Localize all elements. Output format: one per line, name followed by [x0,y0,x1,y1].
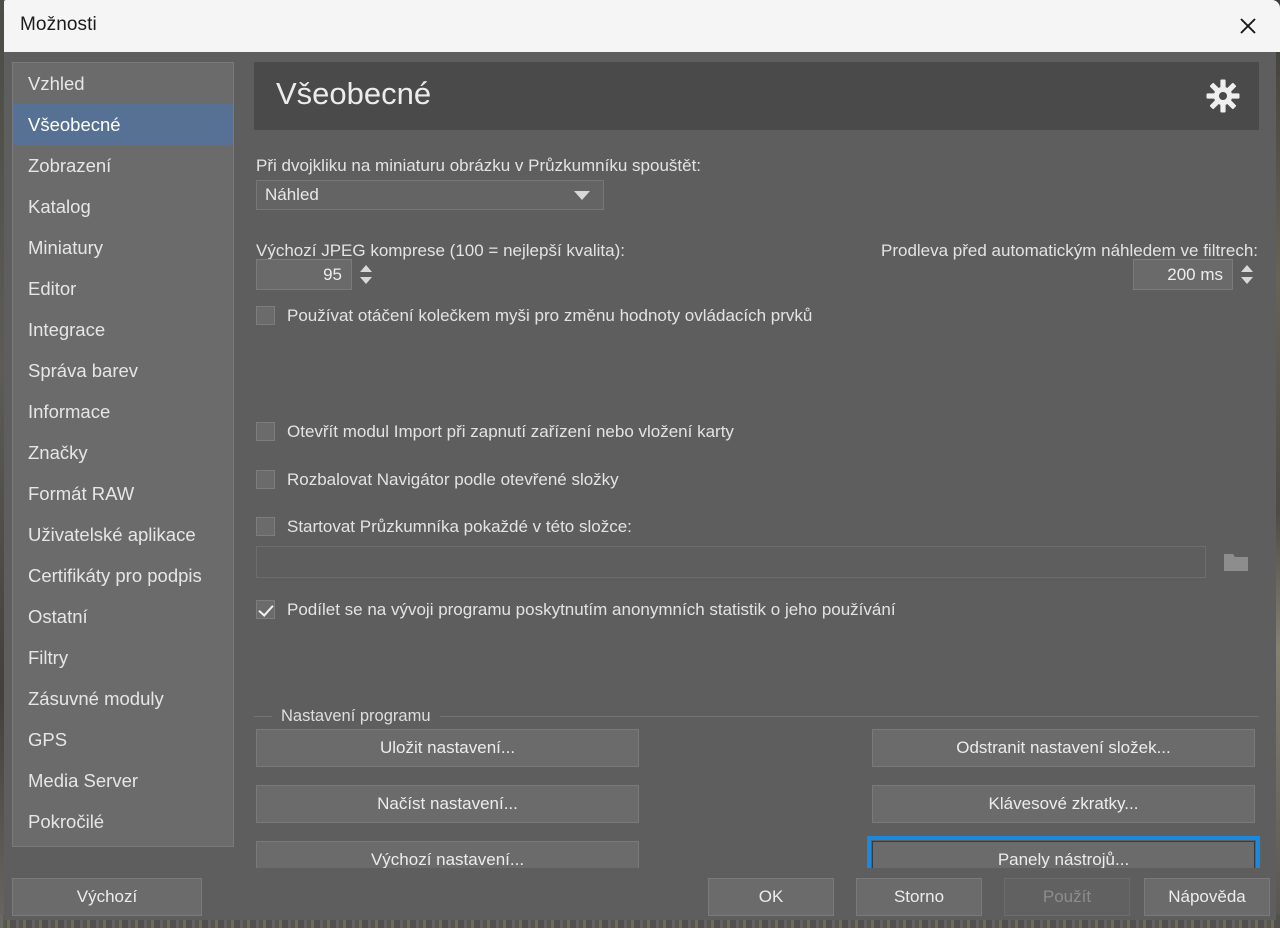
sidebar-item-label: Miniatury [28,236,104,258]
close-icon [1240,18,1256,34]
sidebar-item-label: Zásuvné moduly [28,687,164,709]
options-dialog: Možnosti Vzhled Všeobecné Zobrazení Kata… [0,0,1280,920]
doubleclick-label: Při dvojkliku na miniaturu obrázku v Prů… [256,156,702,175]
cancel-button[interactable]: Storno [856,878,982,916]
settings-content-panel: Všeobecné Při dvojkliku na miniaturu obr… [244,62,1268,884]
checkbox-label: Podílet se na vývoji programu poskytnutí… [287,600,896,619]
sidebar-item-zasuvne-moduly[interactable]: Zásuvné moduly [13,678,233,719]
checkbox-expand-navigator[interactable]: Rozbalovat Navigátor podle otevřené slož… [256,470,619,489]
checkbox-label: Používat otáčení kolečkem myši pro změnu… [287,306,813,325]
spinner-down-icon[interactable] [1241,277,1253,284]
preview-delay-spinner[interactable]: 200 ms [1133,259,1258,290]
ok-button[interactable]: OK [708,878,834,916]
help-button[interactable]: Nápověda [1144,878,1270,916]
title-bar: Možnosti [4,0,1280,52]
sidebar-item-format-raw[interactable]: Formát RAW [13,473,233,514]
spinner-down-icon[interactable] [360,277,372,284]
restore-defaults-button[interactable]: Výchozí [12,878,202,916]
preview-delay-spinner-buttons[interactable] [1236,259,1258,290]
sidebar-item-integrace[interactable]: Integrace [13,309,233,350]
sidebar-item-pokrocile[interactable]: Pokročilé [13,801,233,842]
settings-gear-button[interactable] [1203,76,1243,116]
sidebar-item-katalog[interactable]: Katalog [13,186,233,227]
checkbox-box[interactable] [256,517,275,536]
dialog-body: Vzhled Všeobecné Zobrazení Katalog Minia… [4,52,1276,884]
checkbox-open-import-module[interactable]: Otevřít modul Import při zapnutí zařízen… [256,422,734,441]
sidebar-item-miniatury[interactable]: Miniatury [13,227,233,268]
sidebar-item-label: Editor [28,277,77,299]
sidebar-item-ostatni[interactable]: Ostatní [13,596,233,637]
sidebar-item-label: Uživatelské aplikace [28,523,196,545]
sidebar-item-label: Správa barev [28,359,139,381]
sidebar-item-uzivatelske-aplikace[interactable]: Uživatelské aplikace [13,514,233,555]
program-settings-group: Nastavení programu Uložit nastavení... N… [254,707,1260,884]
settings-category-list[interactable]: Vzhled Všeobecné Zobrazení Katalog Minia… [12,62,234,847]
checkbox-label: Startovat Průzkumníka pokaždé v této slo… [287,517,632,536]
sidebar-item-media-server[interactable]: Media Server [13,760,233,801]
jpeg-compression-label: Výchozí JPEG komprese (100 = nejlepší kv… [256,241,625,260]
sidebar-item-label: Pokročilé [28,810,105,832]
group-title: Nastavení programu [281,707,431,725]
page-title: Všeobecné [276,76,432,111]
checkbox-box[interactable] [256,422,275,441]
remove-folder-settings-button[interactable]: Odstranit nastavení složek... [872,729,1255,767]
doubleclick-action-dropdown[interactable]: Náhled [256,180,604,210]
jpeg-spinner-buttons[interactable] [355,259,377,290]
checkbox-label: Rozbalovat Navigátor podle otevřené slož… [287,470,619,489]
group-rule-right [439,716,1259,717]
sidebar-item-label: Certifikáty pro podpis [28,564,202,586]
sidebar-item-sprava-barev[interactable]: Správa barev [13,350,233,391]
close-button[interactable] [1216,0,1280,52]
sidebar-item-filtry[interactable]: Filtry [13,637,233,678]
checkbox-box[interactable] [256,470,275,489]
sidebar-item-label: Formát RAW [28,482,135,504]
checkbox-box[interactable] [256,306,275,325]
page-header: Všeobecné [254,62,1259,130]
checkbox-label: Otevřít modul Import při zapnutí zařízen… [287,422,734,441]
browse-folder-button[interactable] [1219,546,1253,578]
checkbox-box[interactable] [256,600,275,619]
sidebar-item-label: GPS [28,728,68,750]
spinner-up-icon[interactable] [1241,265,1253,272]
sidebar-item-gps[interactable]: GPS [13,719,233,760]
sidebar-item-zobrazeni[interactable]: Zobrazení [13,145,233,186]
sidebar-item-informace[interactable]: Informace [13,391,233,432]
jpeg-compression-spinner[interactable]: 95 [256,259,377,290]
load-settings-button[interactable]: Načíst nastavení... [256,785,639,823]
keyboard-shortcuts-button[interactable]: Klávesové zkratky... [872,785,1255,823]
sidebar-item-label: Integrace [28,318,106,340]
save-settings-button[interactable]: Uložit nastavení... [256,729,639,767]
dialog-footer: Výchozí OK Storno Použít Nápověda [4,868,1276,920]
group-legend: Nastavení programu [254,707,1259,726]
window-title: Možnosti [20,14,97,35]
sidebar-item-label: Informace [28,400,111,422]
sidebar-item-label: Všeobecné [28,113,121,135]
sidebar-item-znacky[interactable]: Značky [13,432,233,473]
gear-icon [1206,79,1240,113]
sidebar-item-label: Vzhled [28,72,85,94]
spinner-up-icon[interactable] [360,265,372,272]
apply-button: Použít [1004,878,1130,916]
sidebar-item-label: Ostatní [28,605,88,627]
sidebar-item-editor[interactable]: Editor [13,268,233,309]
checkbox-send-statistics[interactable]: Podílet se na vývoji programu poskytnutí… [256,600,896,619]
sidebar-item-label: Katalog [28,195,91,217]
sidebar-item-certifikaty-pro-podpis[interactable]: Certifikáty pro podpis [13,555,233,596]
preview-delay-label: Prodleva před automatickým náhledem ve f… [880,241,1258,260]
sidebar-item-label: Značky [28,441,88,463]
folder-icon [1224,554,1248,571]
sidebar-item-vzhled[interactable]: Vzhled [13,63,233,104]
sidebar-item-label: Media Server [28,769,139,791]
sidebar-item-label: Zobrazení [28,154,112,176]
sidebar-item-label: Filtry [28,646,69,668]
doubleclick-action-value: Náhled [265,185,319,204]
sidebar-item-vseobecne[interactable]: Všeobecné [13,104,233,145]
jpeg-compression-input[interactable]: 95 [256,259,352,290]
start-folder-path-input[interactable] [256,546,1206,578]
chevron-down-icon [574,190,590,200]
preview-delay-input[interactable]: 200 ms [1133,259,1233,290]
checkbox-start-in-folder[interactable]: Startovat Průzkumníka pokaždé v této slo… [256,517,632,536]
group-rule-left [254,716,272,717]
checkbox-mouse-wheel[interactable]: Používat otáčení kolečkem myši pro změnu… [256,306,812,325]
